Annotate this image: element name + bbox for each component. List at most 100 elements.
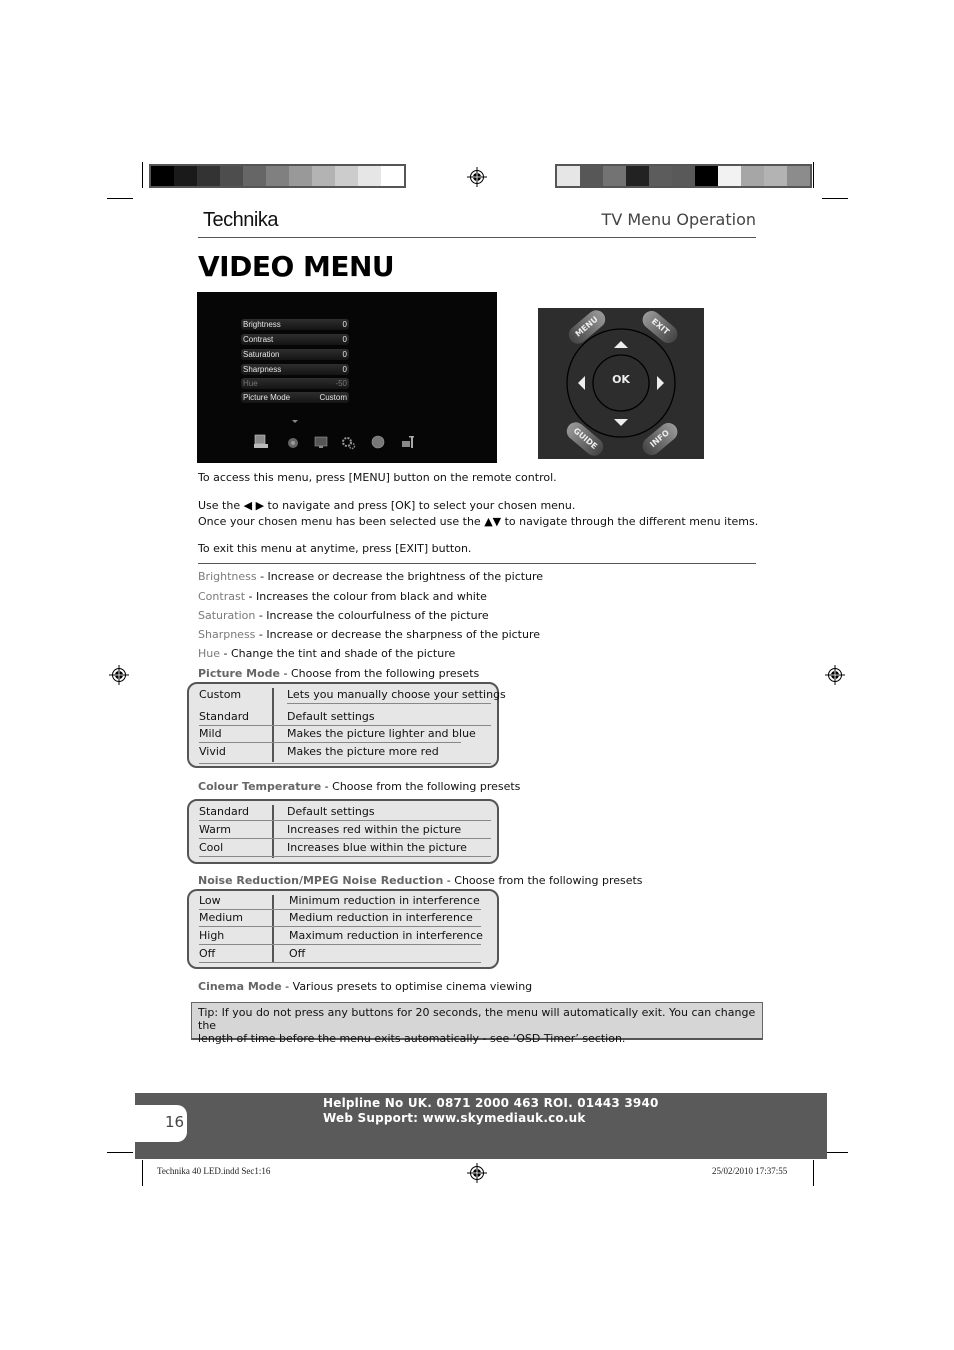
time-icon	[371, 435, 385, 449]
table-row-end	[199, 746, 491, 764]
desc-sharpness: Sharpness - Increase or decrease the sha…	[198, 628, 540, 641]
tv-menu-label: Saturation	[243, 350, 280, 359]
colour-temperature-table: Standard Default settings Warm Increases r…	[187, 799, 499, 864]
color-swatch	[718, 166, 741, 186]
section-divider	[198, 563, 756, 564]
desc-picture-mode: Picture Mode - Choose from the following…	[198, 667, 479, 680]
table-row: Standard Default settings	[199, 803, 491, 821]
instruction-text: Once your chosen menu has been selected …	[198, 515, 481, 528]
tv-menu-value: 0	[342, 350, 347, 359]
preset-description: Medium reduction in interference	[289, 911, 473, 924]
instruction-navigate: Use the ◀ ▶ to navigate and press [OK] t…	[198, 499, 575, 512]
section-title: TV Menu Operation	[601, 210, 756, 229]
preset-name: Custom	[199, 688, 242, 701]
tv-menu-item-sharpness: Sharpness 0	[241, 364, 349, 375]
color-swatch	[626, 166, 649, 186]
color-swatch	[266, 166, 289, 186]
desc-noise-reduction: Noise Reduction/MPEG Noise Reduction - C…	[198, 874, 643, 887]
desc-term: Colour Temperature	[198, 780, 322, 793]
right-arrow-button[interactable]	[657, 376, 664, 390]
tv-menu-value: 0	[342, 335, 347, 344]
color-swatch	[312, 166, 335, 186]
preset-description: Maximum reduction in interference	[289, 929, 483, 942]
preset-description: Off	[289, 947, 306, 960]
registration-mark-icon	[467, 167, 487, 187]
tip-text: length of time before the menu exits aut…	[198, 1032, 626, 1045]
preset-description: Minimum reduction in interference	[289, 894, 480, 907]
setup-gear-icon	[342, 437, 356, 450]
slug-datetime: 25/02/2010 17:37:55	[712, 1166, 788, 1176]
table-row: Cool Increases blue within the picture	[199, 839, 491, 857]
instruction-exit: To exit this menu at anytime, press [EXI…	[198, 542, 472, 555]
preset-name: Cool	[199, 841, 224, 854]
color-swatch	[672, 166, 695, 186]
slug-filename: Technika 40 LED.indd Sec1:16	[157, 1166, 271, 1176]
preset-description: Makes the picture lighter and blue	[287, 727, 476, 740]
brand-logo: Technika	[203, 209, 278, 231]
tv-menu-item-hue: Hue -50	[241, 378, 349, 389]
screen-icon	[314, 436, 328, 448]
color-swatch	[557, 166, 580, 186]
table-row: High Maximum reduction in interference	[199, 927, 483, 945]
color-swatch	[197, 166, 220, 186]
preset-description: Lets you manually choose your settings	[287, 688, 506, 701]
registration-mark-icon	[825, 665, 845, 685]
page-title: VIDEO MENU	[198, 250, 395, 283]
tv-menu-item-picture-mode: Picture Mode Custom	[241, 392, 349, 403]
tv-menu-label: Picture Mode	[243, 393, 291, 402]
ok-button[interactable]: OK	[601, 373, 641, 391]
preset-name: Low	[199, 894, 221, 907]
color-swatch	[174, 166, 197, 186]
page-number: 16	[165, 1113, 185, 1131]
desc-term: Noise Reduction/MPEG Noise Reduction	[198, 874, 444, 887]
header-divider	[198, 237, 756, 238]
tv-menu-item-saturation: Saturation 0	[241, 349, 349, 360]
desc-saturation: Saturation - Increase the colourfulness …	[198, 609, 489, 622]
color-swatch	[764, 166, 787, 186]
table-row: Warm Increases red within the picture	[199, 821, 491, 839]
crop-mark	[107, 1152, 133, 1153]
preset-name: Warm	[199, 823, 231, 836]
remote-control-image: MENU EXIT GUIDE INFO OK	[538, 306, 704, 460]
ok-button-label: OK	[612, 373, 630, 386]
tv-menu-item-contrast: Contrast 0	[241, 334, 349, 345]
preset-description: Default settings	[287, 710, 375, 723]
left-right-arrows-icon: ◀ ▶	[243, 499, 265, 512]
tv-menu-item-brightness: Brightness 0	[241, 319, 349, 330]
up-arrow-button[interactable]	[614, 341, 628, 348]
desc-term: Saturation	[198, 609, 256, 622]
color-swatch	[603, 166, 626, 186]
crop-mark	[813, 162, 814, 188]
color-swatch	[649, 166, 672, 186]
desc-text: - Choose from the following presets	[443, 874, 643, 887]
sound-icon	[288, 438, 298, 448]
tv-menu-screenshot: Brightness 0 Contrast 0 Saturation 0 Sharpn…	[197, 292, 497, 463]
desc-text: - Change the tint and shade of the pictu…	[220, 647, 456, 660]
instruction-select: Once your chosen menu has been selected …	[198, 515, 758, 528]
desc-term: Hue	[198, 647, 221, 660]
desc-text: - Increase or decrease the sharpness of …	[255, 628, 541, 641]
desc-term: Picture Mode	[198, 667, 280, 680]
tv-menu-value: 0	[342, 320, 347, 329]
web-support-link[interactable]: Web Support: www.skymediauk.co.uk	[323, 1111, 586, 1125]
color-swatch	[741, 166, 764, 186]
preset-name: Mild	[199, 727, 222, 740]
crop-mark	[822, 198, 848, 199]
tv-menu-label: Hue	[243, 379, 258, 388]
preset-name: Off	[199, 947, 216, 960]
crop-mark	[142, 1160, 143, 1186]
color-swatch	[151, 166, 174, 186]
down-arrow-button[interactable]	[614, 419, 628, 426]
desc-text: - Choose from the following presets	[280, 667, 480, 680]
desc-term: Contrast	[198, 590, 246, 603]
crop-mark	[142, 162, 143, 188]
color-swatch	[335, 166, 358, 186]
table-row: Low Minimum reduction in interference	[199, 892, 481, 910]
table-row: Medium Medium reduction in interference	[199, 909, 481, 927]
color-swatch	[220, 166, 243, 186]
tv-menu-selector-arrow-icon	[292, 420, 298, 423]
color-swatch	[358, 166, 381, 186]
lock-icon	[402, 436, 414, 448]
helpline-text: Helpline No UK. 0871 2000 463 ROI. 01443…	[323, 1096, 659, 1110]
left-arrow-button[interactable]	[578, 376, 585, 390]
